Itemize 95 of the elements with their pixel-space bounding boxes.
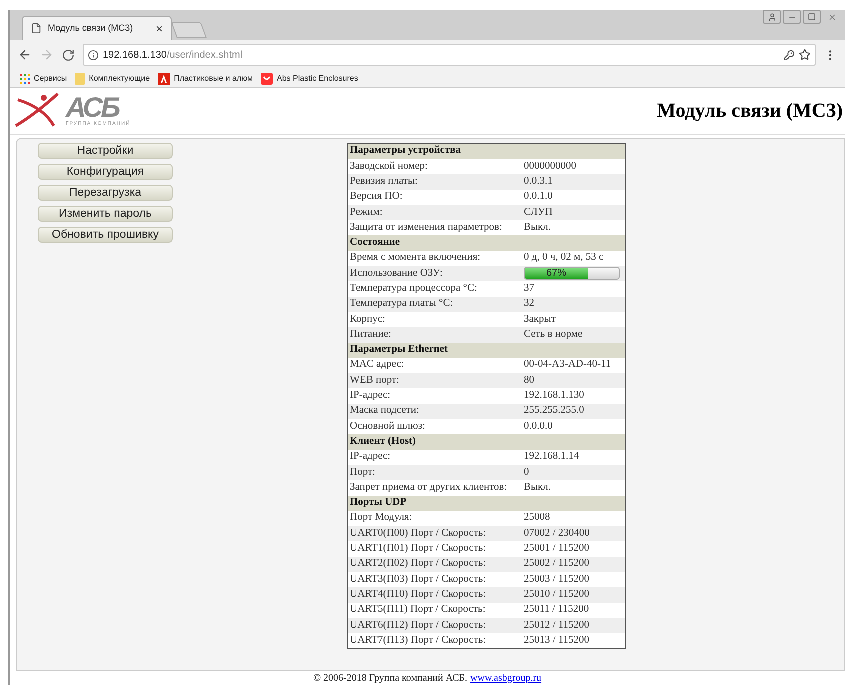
maximize-button[interactable]	[803, 10, 821, 24]
parameter-label: Версия ПО:	[349, 190, 404, 204]
parameter-label: Режим:	[349, 206, 384, 220]
parameter-label: IP-адрес:	[349, 389, 392, 404]
parameter-label: UART5(П11) Порт / Скорость:	[349, 603, 487, 618]
menu-button[interactable]: Изменить пароль	[38, 206, 173, 222]
parameter-value: 192.168.1.130	[524, 389, 584, 404]
parameter-value: 0000000000	[524, 160, 576, 174]
star-icon[interactable]	[799, 49, 811, 61]
menu-button[interactable]: Перезагрузка	[38, 184, 173, 201]
progress-reading: 67%	[545, 268, 568, 280]
parameter-value: 25012 / 115200	[524, 618, 590, 633]
parameter-value: 0.0.3.1	[524, 174, 553, 189]
parameter-label: Основной шлюз:	[349, 420, 426, 434]
parameter-label: UART2(П02) Порт / Скорость:	[349, 557, 488, 572]
page-icon	[31, 23, 42, 34]
parameter-label: Порт Модуля:	[349, 511, 414, 526]
menu-button[interactable]: Конфигурация	[38, 164, 173, 180]
parameter-value: 25003 / 115200	[524, 572, 590, 587]
parameter-label: Время с момента включения:	[349, 251, 482, 266]
parameter-value: 25001 / 115200	[524, 542, 590, 556]
section-header: Клиент (Host)	[348, 434, 625, 450]
parameter-value: 0 д, 0 ч, 02 м, 53 с	[524, 251, 604, 266]
parameter-label: UART7(П13) Порт / Скорость:	[349, 634, 488, 648]
bookmark-link[interactable]: Сервисы	[34, 72, 68, 84]
page-title: Модуль связи (МС3)	[657, 98, 843, 124]
smile-bag-icon	[261, 72, 273, 84]
parameter-value: 25008	[524, 511, 550, 526]
copyright-text: © 2006-2018 Группа компаний АСБ.	[313, 673, 468, 685]
parameter-value: 25010 / 115200	[524, 588, 590, 602]
parameter-value: Выкл.	[524, 480, 552, 495]
tab-title: Модуль связи (МС3)	[48, 22, 134, 35]
parameter-value: 00-04-A3-AD-40-11	[524, 358, 612, 372]
section-header: Состояние	[348, 235, 625, 251]
orbit-logo-icon	[14, 92, 62, 130]
address-field[interactable]: 192.168.1.130/user/index.shtml	[83, 44, 816, 66]
info-icon	[88, 50, 99, 60]
bookmark-link[interactable]: Комплектующие	[89, 72, 150, 84]
close-icon[interactable]: ×	[156, 22, 163, 34]
parameter-label: Корпус:	[349, 312, 386, 327]
parameter-label: Температура процессора °C:	[349, 282, 478, 296]
parameter-value: 25002 / 115200	[524, 557, 590, 572]
menu-button[interactable]: Обновить прошивку	[38, 226, 173, 243]
parameter-value: 192.168.1.14	[524, 450, 580, 464]
parameter-value: 37	[524, 282, 534, 296]
section-header: Параметры Ethernet	[348, 342, 625, 358]
section-header: Параметры устройства	[348, 144, 625, 159]
parameter-value: 32	[524, 297, 534, 312]
url-text: 192.168.1.130/user/index.shtml	[103, 48, 243, 62]
parameter-label: UART0(П00) Порт / Скорость:	[349, 526, 488, 541]
user-icon	[768, 12, 776, 22]
parameter-value: Закрыт	[524, 312, 556, 327]
bookmark-link[interactable]: Пластиковые и алюм	[174, 72, 253, 84]
parameter-value: 25013 / 115200	[524, 634, 590, 648]
maximize-icon	[808, 13, 816, 21]
parameter-label: Питание:	[349, 328, 392, 342]
parameter-label: UART6(П12) Порт / Скорость:	[349, 618, 488, 633]
apps-grid-icon	[20, 74, 30, 84]
section-header: Порты UDP	[348, 496, 625, 511]
close-icon	[828, 12, 836, 22]
parameter-label: IP-адрес:	[349, 450, 392, 464]
parameter-value: 0.0.1.0	[524, 190, 553, 204]
parameter-label: Заводской номер:	[349, 160, 429, 174]
parameter-label: Запрет приема от других клиентов:	[349, 480, 508, 495]
parameter-label: WEB порт:	[349, 374, 400, 388]
parameter-value: СЛУП	[524, 206, 553, 220]
bookmark-link[interactable]: Abs Plastic Enclosures	[277, 72, 358, 84]
reload-icon[interactable]	[62, 48, 75, 62]
parameter-label: Использование ОЗУ:	[349, 266, 444, 281]
parameter-value: 255.255.255.0	[524, 404, 584, 418]
parameter-label: UART1(П01) Порт / Скорость:	[349, 542, 488, 556]
profile-button[interactable]	[763, 10, 781, 24]
parameter-label: UART4(П10) Порт / Скорость:	[349, 588, 488, 602]
website-link[interactable]: www.asbgroup.ru	[470, 673, 542, 685]
parameter-value: 0.0.0.0	[524, 420, 553, 434]
parameter-value: Выкл.	[524, 220, 552, 235]
parameter-label: Порт:	[349, 466, 376, 480]
parameter-value: 80	[524, 374, 534, 388]
back-icon[interactable]	[18, 48, 32, 62]
key-icon[interactable]	[784, 50, 795, 60]
menu-button[interactable]: Настройки	[38, 142, 173, 159]
logo-wordmark: АСБ	[66, 94, 120, 122]
parameter-label: Маска подсети:	[349, 404, 420, 418]
parameter-value: Сеть в норме	[524, 328, 583, 342]
parameter-value: 07002 / 230400	[524, 526, 590, 541]
browser-tab[interactable]: Модуль связи (МС3) ×	[22, 16, 172, 40]
letter-a-logo-icon	[158, 72, 170, 84]
folder-icon	[75, 72, 86, 84]
parameter-label: Ревизия платы:	[349, 174, 419, 189]
parameter-value: 0	[524, 466, 530, 480]
parameter-label: Защита от изменения параметров:	[349, 220, 504, 235]
parameter-value: 25011 / 115200	[524, 603, 590, 618]
parameter-label: UART3(П03) Порт / Скорость:	[349, 572, 488, 587]
parameter-label: Температура платы °C:	[349, 297, 454, 312]
parameter-label: MAC адрес:	[349, 358, 406, 372]
